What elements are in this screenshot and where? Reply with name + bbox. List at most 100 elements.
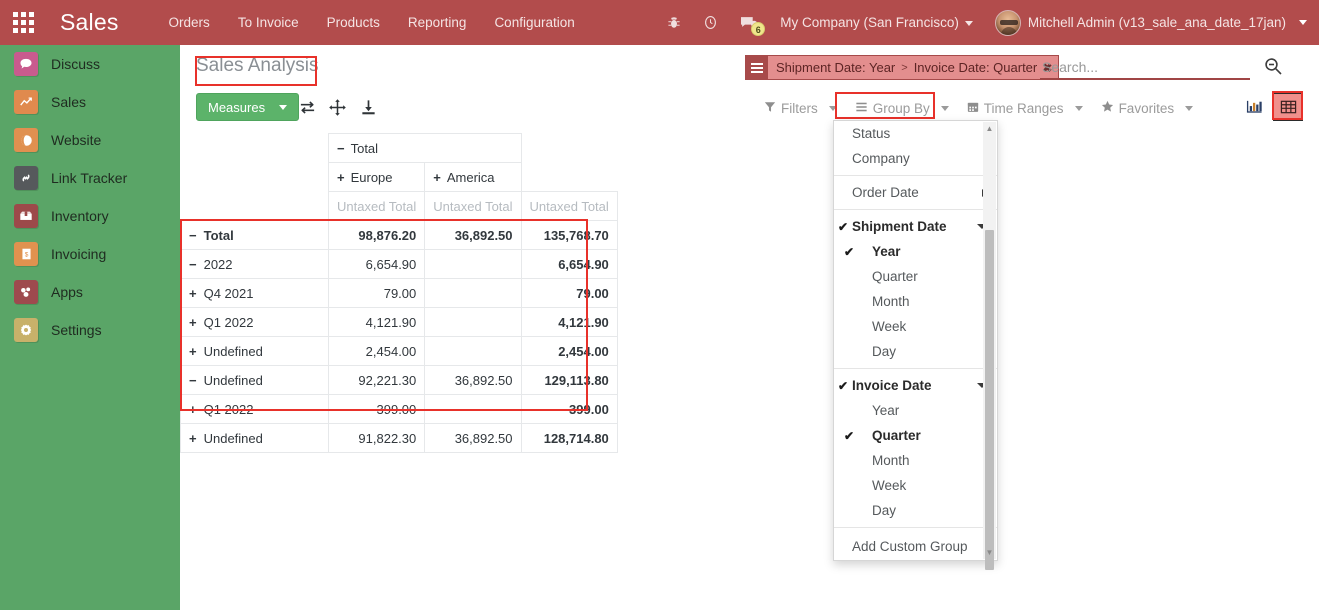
pivot-cell[interactable]: 2,454.00 bbox=[327, 336, 426, 366]
pivot-cell[interactable]: 36,892.50 bbox=[424, 220, 522, 250]
pivot-view-button[interactable] bbox=[1273, 93, 1303, 121]
sidebar-item-link-tracker[interactable]: Link Tracker bbox=[0, 159, 180, 197]
messages-icon[interactable]: 6 bbox=[729, 15, 768, 36]
pivot-cell[interactable] bbox=[424, 336, 522, 366]
pivot-cell[interactable] bbox=[424, 278, 522, 308]
nav-item-products[interactable]: Products bbox=[313, 0, 394, 45]
pivot-row-header[interactable]: + Q4 2021 bbox=[180, 278, 329, 308]
pivot-cell-total[interactable]: 128,714.80 bbox=[520, 423, 618, 453]
time-ranges-menu[interactable]: Time Ranges bbox=[958, 98, 1092, 119]
apps-grid-icon[interactable] bbox=[0, 0, 46, 45]
search-facet-group-by[interactable]: Shipment Date: Year > Invoice Date: Quar… bbox=[745, 55, 1060, 80]
group-by-menu[interactable]: Group By bbox=[846, 98, 958, 119]
dropdown-item-invoice-week[interactable]: Week bbox=[834, 473, 997, 498]
dropdown-item-invoice-year[interactable]: Year bbox=[834, 398, 997, 423]
sidebar-item-invoicing[interactable]: $ Invoicing bbox=[0, 235, 180, 273]
pivot-cell[interactable]: 91,822.30 bbox=[327, 423, 426, 453]
pivot-col-header-europe[interactable]: + Europe bbox=[327, 162, 426, 192]
measures-button[interactable]: Measures bbox=[196, 93, 300, 121]
pivot-col-group-total[interactable]: − Total bbox=[328, 133, 522, 163]
pivot-cell-total[interactable]: 6,654.90 bbox=[520, 249, 618, 279]
pivot-col-header-america[interactable]: + America bbox=[424, 162, 522, 192]
dropdown-item-company[interactable]: Company bbox=[834, 146, 997, 171]
pivot-cell[interactable]: 36,892.50 bbox=[424, 423, 522, 453]
check-icon: ✔ bbox=[844, 244, 855, 259]
dropdown-group-shipment-date[interactable]: ✔ Shipment Date bbox=[834, 214, 997, 239]
clock-icon[interactable] bbox=[692, 15, 729, 30]
chevron-down-icon bbox=[1074, 105, 1083, 111]
pivot-cell[interactable]: 399.00 bbox=[327, 394, 426, 424]
dropdown-item-invoice-day[interactable]: Day bbox=[834, 498, 997, 523]
row-label: Q1 2022 bbox=[203, 314, 254, 330]
dropdown-item-shipment-quarter[interactable]: Quarter bbox=[834, 264, 997, 289]
nav-item-configuration[interactable]: Configuration bbox=[480, 0, 588, 45]
pivot-cell[interactable]: 6,654.90 bbox=[327, 249, 426, 279]
pivot-cell-total[interactable]: 129,113.80 bbox=[520, 365, 618, 395]
scrollbar-thumb[interactable] bbox=[985, 230, 994, 570]
pivot-cell[interactable]: 98,876.20 bbox=[327, 220, 426, 250]
dropdown-item-shipment-day[interactable]: Day bbox=[834, 339, 997, 364]
company-selector[interactable]: My Company (San Francisco) bbox=[768, 15, 985, 30]
dropdown-item-shipment-week[interactable]: Week bbox=[834, 314, 997, 339]
scroll-up-icon[interactable]: ▲ bbox=[983, 122, 996, 135]
pivot-row-header[interactable]: + Undefined bbox=[180, 336, 329, 366]
sidebar-item-apps[interactable]: Apps bbox=[0, 273, 180, 311]
favorites-menu[interactable]: Favorites bbox=[1092, 97, 1203, 119]
dropdown-item-shipment-year[interactable]: ✔ Year bbox=[834, 239, 997, 264]
sidebar-item-label: Settings bbox=[51, 322, 102, 338]
dropdown-item-invoice-quarter[interactable]: ✔ Quarter bbox=[834, 423, 997, 448]
pivot-row-header[interactable]: −2022 bbox=[180, 249, 329, 279]
dropdown-scrollbar[interactable]: ▲ ▼ bbox=[983, 122, 996, 570]
pivot-row-header[interactable]: + Q1 2022 bbox=[180, 307, 329, 337]
download-xlsx-icon[interactable] bbox=[356, 95, 380, 119]
measure-header[interactable]: Untaxed Total bbox=[424, 191, 522, 221]
dropdown-item-shipment-month[interactable]: Month bbox=[834, 289, 997, 314]
dropdown-item-invoice-month[interactable]: Month bbox=[834, 448, 997, 473]
collapse-symbol: − bbox=[189, 227, 197, 243]
pivot-cell-total[interactable]: 79.00 bbox=[520, 278, 618, 308]
sidebar-item-website[interactable]: Website bbox=[0, 121, 180, 159]
search-zoom-out-icon[interactable] bbox=[1263, 56, 1285, 78]
pivot-cell-total[interactable]: 135,768.70 bbox=[520, 220, 618, 250]
pivot-cell[interactable]: 79.00 bbox=[327, 278, 426, 308]
search-input[interactable] bbox=[1040, 55, 1250, 80]
nav-item-reporting[interactable]: Reporting bbox=[394, 0, 481, 45]
pivot-cell[interactable]: 92,221.30 bbox=[327, 365, 426, 395]
dropdown-item-label: Month bbox=[872, 294, 910, 309]
flip-axis-icon[interactable] bbox=[295, 95, 319, 119]
dropdown-group-invoice-date[interactable]: ✔ Invoice Date bbox=[834, 373, 997, 398]
pivot-header-row-groups: + Europe + America bbox=[181, 162, 618, 192]
pivot-cell[interactable] bbox=[424, 249, 522, 279]
measure-header[interactable]: Untaxed Total bbox=[520, 191, 618, 221]
dropdown-item-status[interactable]: Status bbox=[834, 121, 997, 146]
pivot-cell[interactable] bbox=[424, 394, 522, 424]
dropdown-item-order-date[interactable]: Order Date bbox=[834, 180, 997, 205]
filters-menu[interactable]: Filters bbox=[755, 98, 846, 119]
bug-icon[interactable] bbox=[656, 16, 692, 30]
pivot-row-header[interactable]: − Total bbox=[180, 220, 329, 250]
pivot-cell-total[interactable]: 4,121.90 bbox=[520, 307, 618, 337]
sidebar-item-discuss[interactable]: Discuss bbox=[0, 45, 180, 83]
measure-header[interactable]: Untaxed Total bbox=[327, 191, 426, 221]
pivot-row-header[interactable]: + Undefined bbox=[180, 423, 329, 453]
brand-title[interactable]: Sales bbox=[60, 9, 119, 36]
pivot-row-header[interactable]: + Q1 2022 bbox=[180, 394, 329, 424]
sidebar-item-sales[interactable]: Sales bbox=[0, 83, 180, 121]
pivot-cell[interactable] bbox=[424, 307, 522, 337]
user-menu[interactable]: Mitchell Admin (v13_sale_ana_date_17jan) bbox=[985, 9, 1307, 36]
expand-symbol: + bbox=[189, 285, 197, 301]
pivot-cell-total[interactable]: 2,454.00 bbox=[520, 336, 618, 366]
expand-all-icon[interactable] bbox=[325, 95, 349, 119]
pivot-cell-total[interactable]: 399.00 bbox=[520, 394, 618, 424]
sidebar-item-label: Sales bbox=[51, 94, 87, 110]
graph-view-button[interactable] bbox=[1239, 93, 1269, 121]
sidebar-item-settings[interactable]: Settings bbox=[0, 311, 180, 349]
nav-item-to-invoice[interactable]: To Invoice bbox=[224, 0, 313, 45]
nav-item-orders[interactable]: Orders bbox=[155, 0, 224, 45]
pivot-cell[interactable]: 36,892.50 bbox=[424, 365, 522, 395]
pivot-cell[interactable]: 4,121.90 bbox=[327, 307, 426, 337]
sidebar-item-inventory[interactable]: Inventory bbox=[0, 197, 180, 235]
scroll-down-icon[interactable]: ▼ bbox=[983, 546, 996, 559]
dropdown-item-add-custom-group[interactable]: Add Custom Group bbox=[834, 532, 997, 560]
pivot-row-header[interactable]: − Undefined bbox=[180, 365, 329, 395]
